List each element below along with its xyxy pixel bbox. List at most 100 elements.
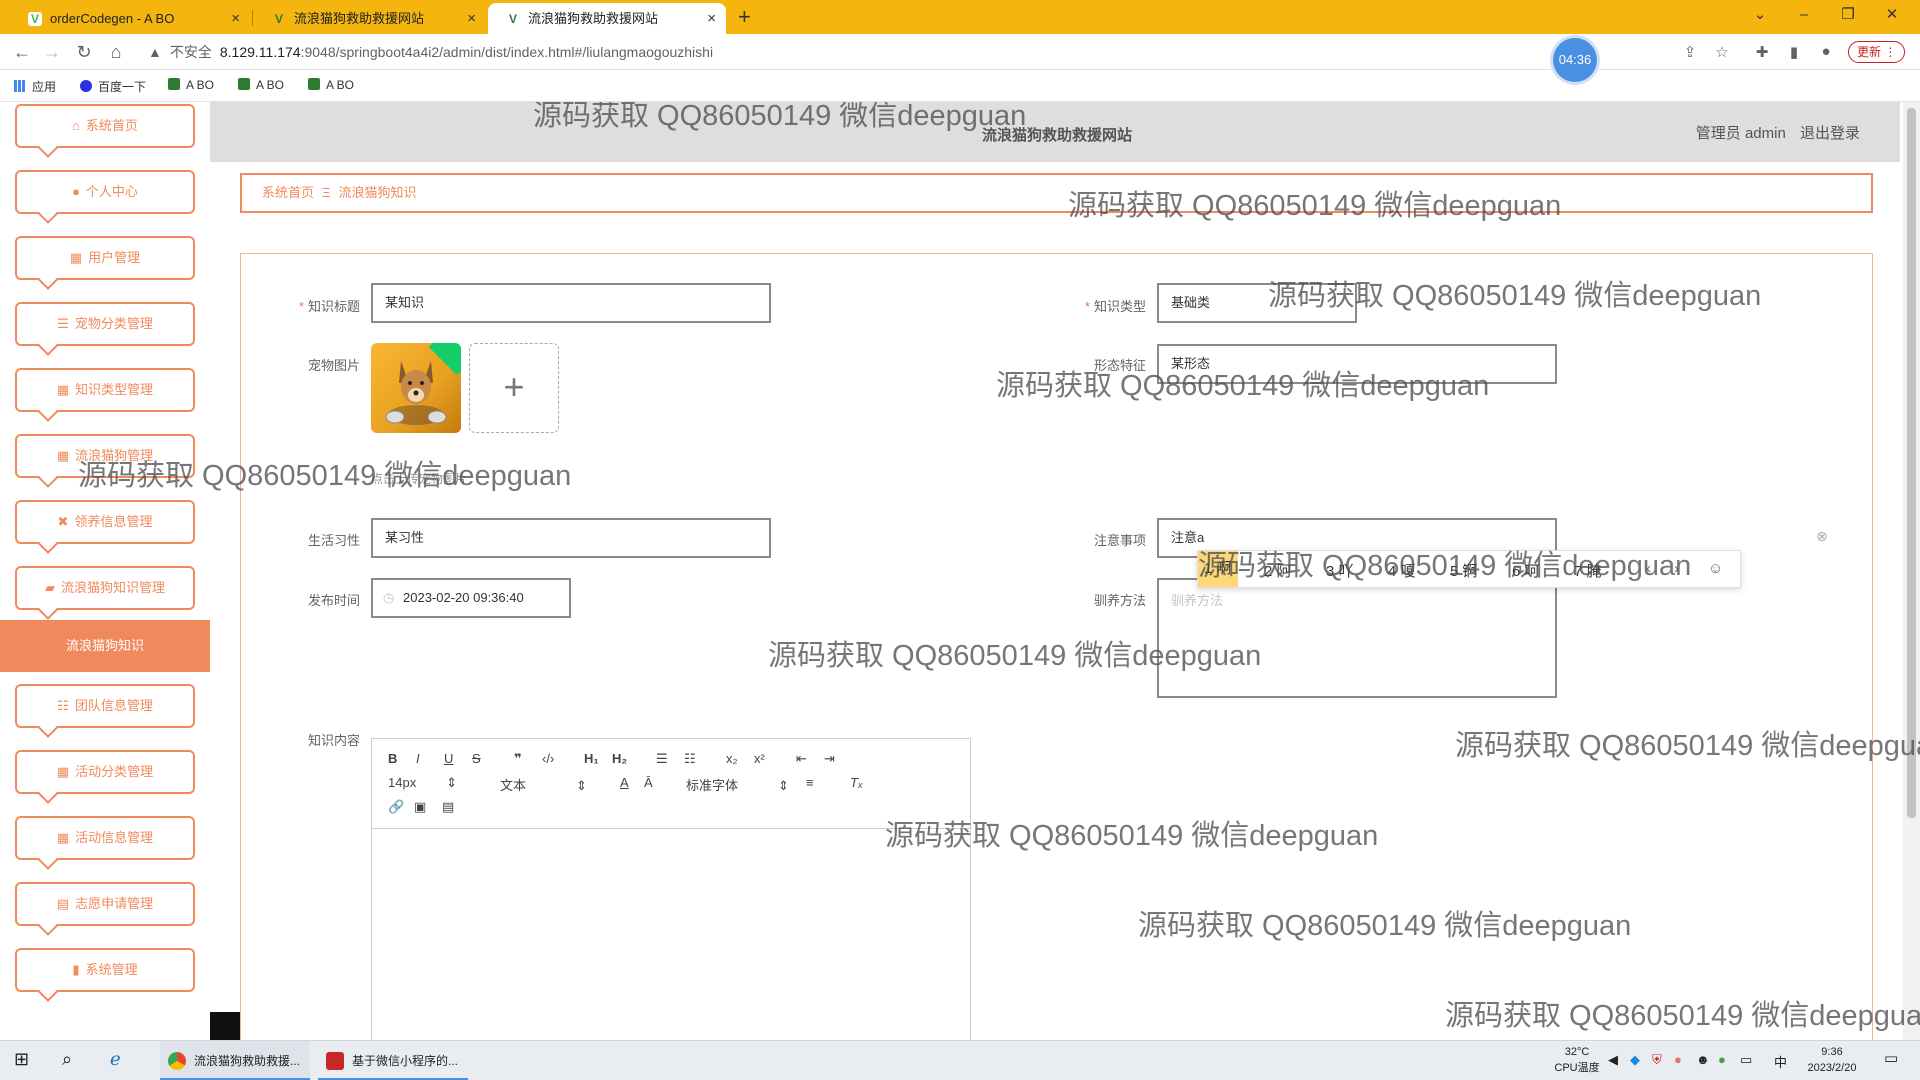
- sidebar-item-pet-category[interactable]: ☰ 宠物分类管理: [15, 302, 195, 346]
- background-color-icon[interactable]: Ā: [644, 775, 653, 790]
- ime-lang[interactable]: 中: [1774, 1052, 1787, 1071]
- sidebar-item-activity-info[interactable]: ▦ 活动信息管理: [15, 816, 195, 860]
- heading2-icon[interactable]: H₂: [612, 751, 627, 766]
- superscript-icon[interactable]: x²: [754, 751, 765, 766]
- bookmark-abo-1[interactable]: A BO: [168, 78, 214, 92]
- home-icon[interactable]: ⌂: [104, 40, 128, 64]
- browser-tab-1[interactable]: V orderCodegen - A BO ×: [10, 3, 250, 34]
- page-scrollbar[interactable]: [1903, 102, 1920, 1040]
- bullet-list-icon[interactable]: ☷: [684, 751, 696, 767]
- clear-format-icon[interactable]: Tₓ: [850, 775, 863, 790]
- back-arrow-icon[interactable]: ←: [10, 40, 34, 64]
- bookmark-abo-3[interactable]: A BO: [308, 78, 354, 92]
- image-icon[interactable]: ▣: [414, 799, 426, 815]
- qq-icon[interactable]: ☻: [1696, 1052, 1710, 1067]
- sidebar-item-volunteer[interactable]: ▤ 志愿申请管理: [15, 882, 195, 926]
- url-field[interactable]: ▲ 不安全 8.129.11.174:9048/springboot4a4i2/ad…: [148, 42, 713, 62]
- sidebar-item-knowledge-type[interactable]: ▦ 知识类型管理: [15, 368, 195, 412]
- ordered-list-icon[interactable]: ☰: [656, 751, 668, 767]
- share-icon[interactable]: ⇪: [1680, 43, 1700, 61]
- bookmark-star-icon[interactable]: ☆: [1712, 43, 1732, 61]
- taskbar-app-wps[interactable]: 基于微信小程序的...: [318, 1041, 468, 1080]
- font-family-select[interactable]: 标准字体 ⇕: [686, 775, 789, 794]
- ime-candidate[interactable]: 2 阿: [1264, 560, 1292, 581]
- tab-search-chevron-icon[interactable]: ⌄: [1738, 0, 1782, 34]
- sidebar-item-home[interactable]: ⌂ 系统首页: [15, 104, 195, 148]
- ime-candidate[interactable]: 1 啊: [1198, 551, 1238, 587]
- title-input[interactable]: 某知识: [371, 283, 771, 323]
- bookmark-abo-2[interactable]: A BO: [238, 78, 284, 92]
- sidebar-item-user-management[interactable]: ▦ 用户管理: [15, 236, 195, 280]
- close-window-icon[interactable]: ✕: [1870, 0, 1914, 34]
- tab-close-icon[interactable]: ×: [231, 3, 240, 34]
- reload-icon[interactable]: ↻: [72, 40, 96, 64]
- code-icon[interactable]: ‹/›: [542, 751, 554, 766]
- profile-avatar-icon[interactable]: ●: [1816, 43, 1836, 60]
- wechat-icon[interactable]: ●: [1718, 1052, 1726, 1067]
- italic-icon[interactable]: I: [416, 751, 420, 766]
- network-icon[interactable]: ◆: [1630, 1052, 1640, 1068]
- security-label[interactable]: 不安全: [170, 44, 212, 60]
- security-shield-icon[interactable]: ⛨: [1652, 1052, 1662, 1068]
- update-button[interactable]: 更新 ⋮: [1848, 41, 1906, 63]
- ime-candidate[interactable]: 7 腌: [1574, 560, 1602, 581]
- new-tab-plus-icon[interactable]: +: [738, 3, 751, 31]
- underline-icon[interactable]: U: [444, 751, 453, 766]
- bookmark-baidu[interactable]: 百度一下: [80, 78, 146, 95]
- system-clock[interactable]: 9:36 2023/2/20: [1792, 1044, 1872, 1076]
- date-picker[interactable]: ◷ 2023-02-20 09:36:40: [371, 578, 571, 618]
- ie-browser-icon[interactable]: ℯ: [110, 1049, 121, 1070]
- scrollbar-thumb[interactable]: [1907, 108, 1916, 818]
- extensions-puzzle-icon[interactable]: ✚: [1752, 43, 1772, 61]
- sidebar-item-system[interactable]: ▮ 系统管理: [15, 948, 195, 992]
- image-upload-plus-button[interactable]: +: [469, 343, 559, 433]
- block-format-select[interactable]: 文本 ⇕: [500, 775, 587, 794]
- warning-triangle-icon[interactable]: ▲: [148, 44, 162, 60]
- restore-icon[interactable]: ❐: [1826, 0, 1870, 34]
- link-icon[interactable]: 🔗: [388, 799, 404, 815]
- display-icon[interactable]: ▭: [1740, 1052, 1752, 1068]
- tray-app-icon[interactable]: ●: [1674, 1052, 1682, 1067]
- ime-candidate[interactable]: 4 嗄: [1388, 560, 1416, 581]
- align-icon[interactable]: ≡: [806, 775, 814, 790]
- sidebar-item-stray-pets[interactable]: ▦ 流浪猫狗管理: [15, 434, 195, 478]
- logout-link[interactable]: 退出登录: [1800, 125, 1860, 142]
- type-select[interactable]: 基础类: [1157, 283, 1357, 323]
- windows-start-icon[interactable]: ⊞: [14, 1049, 29, 1070]
- ime-emoji-icon[interactable]: ☺: [1708, 560, 1723, 577]
- indent-icon[interactable]: ⇥: [824, 751, 835, 767]
- clear-circle-icon[interactable]: ⊗: [1816, 528, 1828, 545]
- tab-close-icon[interactable]: ×: [707, 3, 716, 34]
- sidebar-item-activity-category[interactable]: ▦ 活动分类管理: [15, 750, 195, 794]
- search-icon[interactable]: ⌕: [62, 1049, 72, 1070]
- notification-icon[interactable]: ▭: [1884, 1049, 1898, 1067]
- font-size-select[interactable]: 14px ⇕: [388, 775, 457, 791]
- browser-tab-2[interactable]: V 流浪猫狗救助救援网站 ×: [254, 3, 486, 34]
- bookmark-apps[interactable]: 应用: [14, 78, 56, 95]
- sidebar-item-personal-center[interactable]: ● 个人中心: [15, 170, 195, 214]
- subscript-icon[interactable]: x₂: [726, 751, 738, 766]
- ime-prev-icon[interactable]: ‹: [1646, 560, 1651, 577]
- blockquote-icon[interactable]: ❞: [514, 751, 522, 767]
- ime-next-icon[interactable]: ›: [1674, 560, 1679, 577]
- feature-input[interactable]: 某形态: [1157, 344, 1557, 384]
- heading1-icon[interactable]: H₁: [584, 751, 599, 766]
- sidebar-item-adoption[interactable]: ✖ 领养信息管理: [15, 500, 195, 544]
- pet-image-thumbnail[interactable]: [371, 343, 461, 433]
- taskbar-app-chrome[interactable]: 流浪猫狗救助救援...: [160, 1041, 310, 1080]
- side-panel-icon[interactable]: ▮: [1784, 43, 1804, 61]
- breadcrumb-home[interactable]: 系统首页: [262, 185, 314, 200]
- habit-input[interactable]: 某习性: [371, 518, 771, 558]
- minimize-icon[interactable]: –: [1782, 0, 1826, 34]
- speaker-icon[interactable]: ◀: [1608, 1052, 1618, 1068]
- training-textarea[interactable]: 驯养方法: [1157, 578, 1557, 698]
- video-icon[interactable]: ▤: [442, 799, 454, 815]
- sidebar-item-knowledge-management[interactable]: ▰ 流浪猫狗知识管理: [15, 566, 195, 610]
- outdent-icon[interactable]: ⇤: [796, 751, 807, 767]
- ime-candidate[interactable]: 3 吖: [1326, 560, 1354, 581]
- strikethrough-icon[interactable]: S: [472, 751, 481, 766]
- tab-close-icon[interactable]: ×: [467, 3, 476, 34]
- bold-icon[interactable]: B: [388, 751, 397, 766]
- sidebar-item-team-info[interactable]: ☷ 团队信息管理: [15, 684, 195, 728]
- browser-tab-3[interactable]: V 流浪猫狗救助救援网站 ×: [488, 3, 726, 34]
